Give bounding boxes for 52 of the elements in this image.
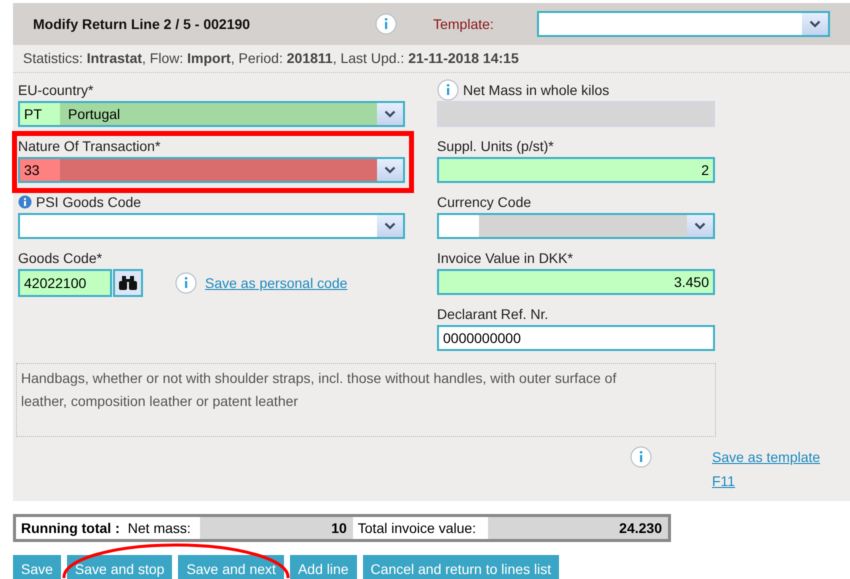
- save-personal-code-link[interactable]: Save as personal code: [205, 272, 348, 294]
- chevron-down-icon: [809, 20, 822, 28]
- save-template-link[interactable]: Save as template F11: [712, 445, 832, 493]
- input-field[interactable]: 2: [437, 157, 715, 183]
- field-label: PSI Goods Code: [36, 192, 142, 212]
- input-field[interactable]: 0000000000: [437, 325, 715, 351]
- input-field[interactable]: 3.450: [437, 269, 715, 295]
- field-label: Declarant Ref. Nr.: [437, 304, 548, 324]
- action-button[interactable]: Add line: [290, 555, 357, 579]
- info-icon[interactable]: [630, 446, 652, 468]
- select-field[interactable]: 33: [18, 157, 405, 183]
- field-label: Net Mass in whole kilos: [463, 80, 610, 100]
- chevron-down-icon: [384, 166, 396, 174]
- action-button[interactable]: Save: [13, 555, 61, 579]
- field-label: EU-country*: [18, 80, 94, 100]
- code-field: PT: [20, 103, 60, 125]
- field-label: Suppl. Units (p/st)*: [437, 136, 554, 156]
- chevron-down-icon: [384, 222, 396, 230]
- code-field: 33: [20, 159, 60, 181]
- dropdown-button[interactable]: [687, 215, 713, 237]
- invoice-label: Total invoice value:: [356, 518, 478, 538]
- input-field[interactable]: 42022100: [18, 269, 112, 297]
- action-button[interactable]: Save and next: [178, 555, 284, 579]
- field-label: Goods Code*: [18, 248, 102, 268]
- dropdown-button[interactable]: [377, 103, 403, 125]
- lookup-button[interactable]: [113, 269, 143, 297]
- binoculars-icon: [118, 275, 138, 291]
- action-button[interactable]: Save and stop: [66, 555, 172, 579]
- field-label: Currency Code: [437, 192, 532, 212]
- dropdown-button[interactable]: [802, 13, 828, 35]
- name-field: Portugal: [60, 103, 377, 125]
- chevron-down-icon: [694, 222, 706, 230]
- form-title: Modify Return Line 2 / 5 - 002190: [33, 14, 252, 34]
- action-button[interactable]: Cancel and return to lines list: [362, 555, 560, 579]
- select-field[interactable]: [18, 213, 405, 239]
- statistics-text: Statistics: Intrastat, Flow: Import, Period: 201811, Last Upd.: 21-11-2018 14:15: [23, 49, 519, 68]
- running-total-label: Running total :: [20, 518, 120, 538]
- chevron-down-icon: [384, 110, 396, 118]
- info-icon[interactable]: [175, 272, 197, 294]
- info-icon[interactable]: [375, 13, 398, 35]
- select-field[interactable]: [437, 213, 715, 239]
- invoice-value: 24.230: [488, 517, 668, 539]
- field-label: Nature Of Transaction*: [18, 136, 160, 156]
- select-field[interactable]: PT Portugal: [18, 101, 405, 127]
- description-box: Handbags, whether or not with shoulder straps, incl. those without handles, with outer surface of leather, composition leather or patent leather: [16, 363, 716, 437]
- template-label: Template:: [433, 14, 495, 34]
- field-label: Invoice Value in DKK*: [437, 248, 573, 268]
- dropdown-button[interactable]: [377, 215, 403, 237]
- dropdown-button[interactable]: [377, 159, 403, 181]
- net-mass-value: 10: [200, 517, 353, 539]
- net-mass-label: Net mass:: [128, 518, 192, 538]
- code-field: [439, 215, 479, 237]
